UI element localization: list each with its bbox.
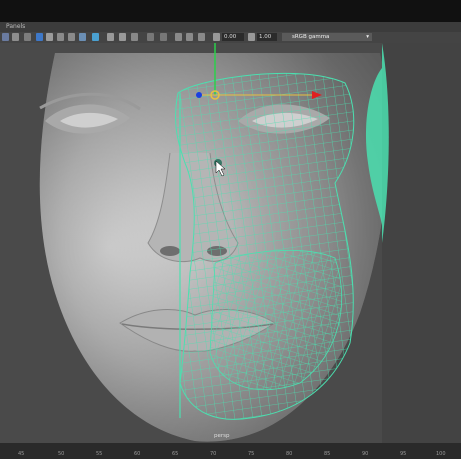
timeline-tick: 100	[436, 451, 446, 457]
side-panel	[382, 43, 461, 443]
camera-attributes-icon[interactable]	[12, 33, 19, 41]
timeline-tick: 75	[248, 451, 255, 457]
xray-joints-icon[interactable]	[131, 33, 138, 41]
timeline-tick: 45	[18, 451, 25, 457]
3d-viewport[interactable]: persp	[0, 43, 382, 443]
gamma-icon[interactable]	[248, 33, 255, 41]
lighting-icon[interactable]	[68, 33, 75, 41]
timeline-tick: 55	[96, 451, 103, 457]
chevron-down-icon: ▾	[366, 34, 369, 40]
ambient-occlusion-icon[interactable]	[92, 33, 99, 41]
panel-menubar: Panels	[0, 22, 461, 32]
xray-icon[interactable]	[119, 33, 126, 41]
timeline-ruler[interactable]: 45 50 55 60 65 70 75 80 85 90 95 100	[0, 443, 461, 459]
film-gate-icon[interactable]	[160, 33, 167, 41]
exposure-field[interactable]: 0.00	[222, 33, 244, 41]
textured-icon[interactable]	[57, 33, 64, 41]
color-space-label: sRGB gamma	[292, 34, 330, 40]
exposure-icon[interactable]	[213, 33, 220, 41]
timeline-tick: 90	[362, 451, 369, 457]
timeline-tick: 95	[400, 451, 407, 457]
camera-select-icon[interactable]	[2, 33, 9, 41]
smooth-shade-icon[interactable]	[46, 33, 53, 41]
manip-z-handle[interactable]	[196, 92, 202, 98]
timeline-tick: 50	[58, 451, 65, 457]
shadows-icon[interactable]	[79, 33, 86, 41]
gate-mask-icon[interactable]	[186, 33, 193, 41]
resolution-gate-icon[interactable]	[175, 33, 182, 41]
title-bar	[0, 0, 461, 22]
field-chart-icon[interactable]	[198, 33, 205, 41]
wireframe-on-shaded-icon[interactable]	[36, 33, 43, 41]
panels-menu[interactable]: Panels	[6, 23, 25, 30]
timeline-tick: 80	[286, 451, 293, 457]
timeline-tick: 70	[210, 451, 217, 457]
gamma-field[interactable]: 1.00	[257, 33, 277, 41]
face-render	[39, 43, 382, 442]
timeline-tick: 85	[324, 451, 331, 457]
camera-gate-icon[interactable]	[147, 33, 154, 41]
timeline-tick: 60	[134, 451, 141, 457]
grid-icon[interactable]	[24, 33, 31, 41]
isolate-select-icon[interactable]	[107, 33, 114, 41]
timeline-tick: 65	[172, 451, 179, 457]
color-space-dropdown[interactable]: sRGB gamma ▾	[282, 33, 372, 41]
camera-name-label: persp	[214, 433, 230, 439]
